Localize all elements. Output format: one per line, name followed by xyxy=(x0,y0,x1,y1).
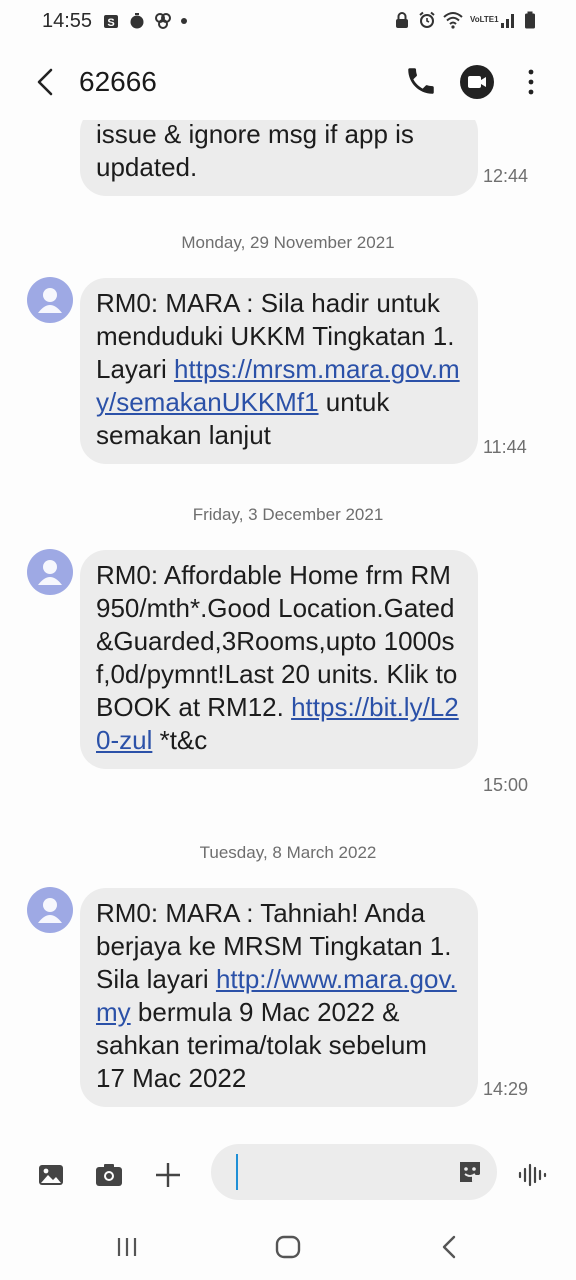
person-icon xyxy=(38,560,62,585)
conversation-header: 62666 xyxy=(0,44,576,120)
message-time: 14:29 xyxy=(483,1079,529,1099)
voice-icon[interactable] xyxy=(517,1160,547,1190)
wifi-icon xyxy=(443,12,463,29)
gallery-icon[interactable] xyxy=(36,1160,66,1190)
message-text: RM0: MARA : Sila hadir untuk menduduki U… xyxy=(96,288,460,450)
avatar[interactable] xyxy=(27,887,73,933)
svg-text:S: S xyxy=(107,17,114,29)
back-icon[interactable] xyxy=(30,66,62,98)
person-icon xyxy=(38,288,62,313)
video-icon[interactable] xyxy=(459,64,495,100)
battery-icon xyxy=(525,11,535,29)
avatar[interactable] xyxy=(27,549,73,595)
message-text: issue & ignore msg if app is updated. xyxy=(96,120,414,182)
message-text: RM0: MARA : Tahniah! Anda berjaya ke MRS… xyxy=(96,898,457,1093)
timer-icon xyxy=(130,13,144,29)
s-app-icon: S xyxy=(104,15,118,29)
message-bubble[interactable]: RM0: MARA : Sila hadir untuk menduduki U… xyxy=(80,278,478,464)
pinwheel-icon xyxy=(155,13,171,29)
alarm-icon xyxy=(419,11,435,28)
date-separator: Friday, 3 December 2021 xyxy=(192,505,384,524)
message-list[interactable]: issue & ignore msg if app is updated. 12:… xyxy=(0,120,576,1130)
date-separator: Monday, 29 November 2021 xyxy=(181,233,395,252)
text-caret xyxy=(236,1154,238,1190)
dot-icon xyxy=(181,18,187,24)
date-separator: Tuesday, 8 March 2022 xyxy=(199,843,377,862)
status-time: 14:55 xyxy=(42,10,93,32)
status-bar: 14:55 S VoLTE1 xyxy=(0,0,576,44)
phone-icon[interactable] xyxy=(404,64,438,98)
message-time: 15:00 xyxy=(483,775,529,795)
message-input[interactable] xyxy=(211,1144,497,1200)
recents-icon[interactable] xyxy=(112,1232,142,1262)
message-time: 12:44 xyxy=(483,166,529,186)
volte-icon: VoLTE1 xyxy=(470,15,499,24)
message-bubble[interactable]: RM0: MARA : Tahniah! Anda berjaya ke MRS… xyxy=(80,888,478,1107)
avatar[interactable] xyxy=(27,277,73,323)
sticker-icon[interactable] xyxy=(456,1158,484,1186)
plus-icon[interactable] xyxy=(153,1160,183,1190)
back-nav-icon[interactable] xyxy=(435,1232,465,1262)
camera-icon[interactable] xyxy=(94,1160,124,1190)
signal-icon xyxy=(501,14,514,28)
more-icon[interactable] xyxy=(519,66,543,98)
message-bubble[interactable]: issue & ignore msg if app is updated. xyxy=(80,120,478,196)
message-time: 11:44 xyxy=(483,437,527,457)
lock-icon xyxy=(396,12,408,28)
composer-bar xyxy=(0,1130,576,1214)
navigation-bar xyxy=(0,1214,576,1280)
message-text: RM0: Affordable Home frm RM950/mth*.Good… xyxy=(96,560,459,755)
home-icon[interactable] xyxy=(273,1232,303,1262)
contact-name: 62666 xyxy=(79,66,157,97)
person-icon xyxy=(38,898,62,923)
message-bubble[interactable]: RM0: Affordable Home frm RM950/mth*.Good… xyxy=(80,550,478,769)
